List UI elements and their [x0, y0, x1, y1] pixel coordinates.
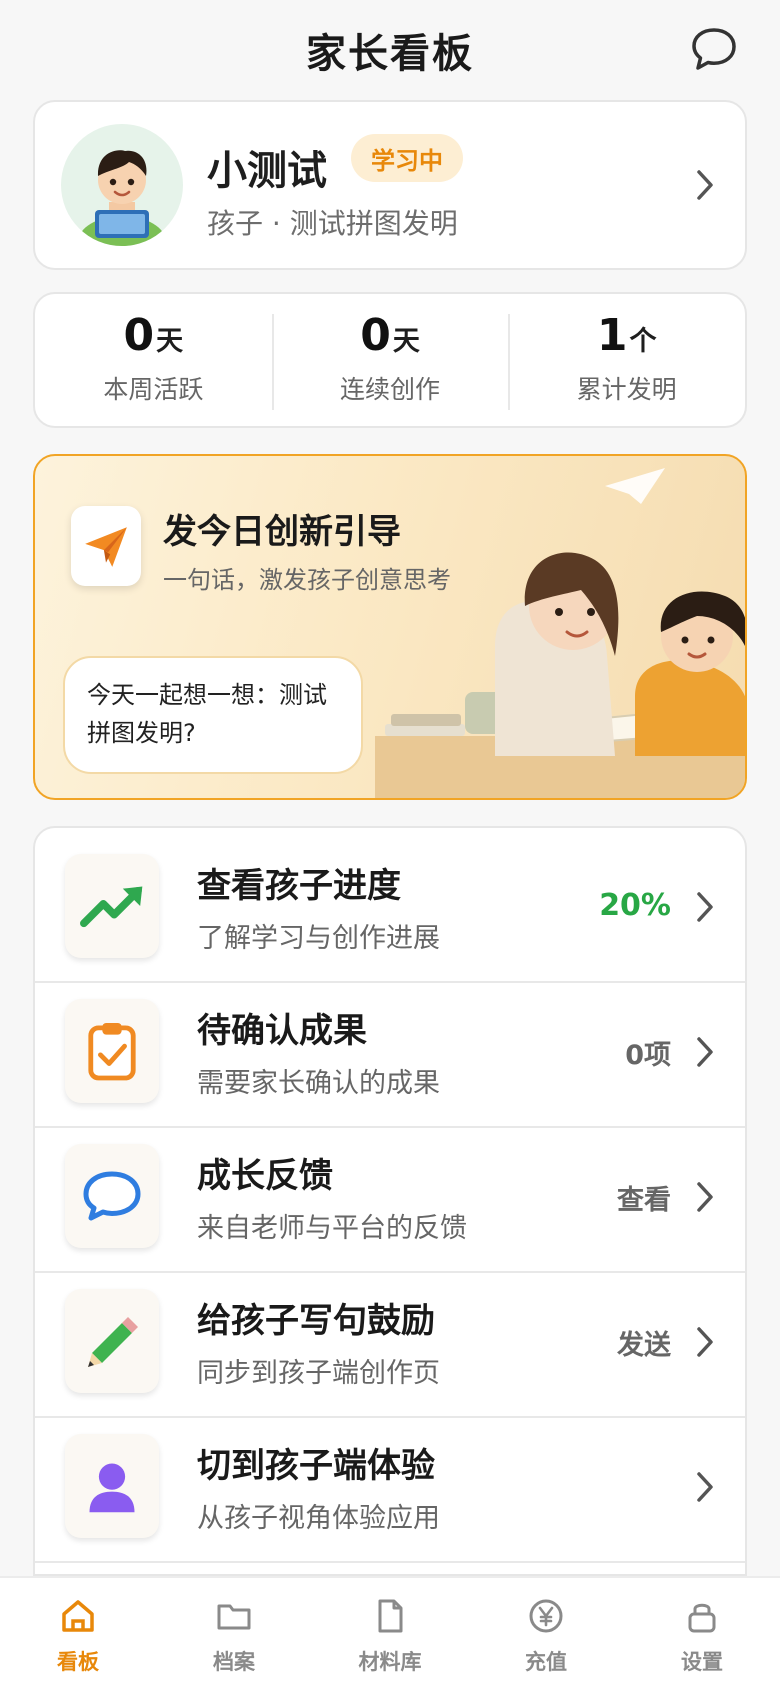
chat-bubble-icon[interactable] [688, 24, 740, 76]
list-item-progress[interactable]: 查看孩子进度 了解学习与创作进展 20% [35, 828, 745, 983]
child-name: 小测试 [207, 148, 327, 194]
tab-archive[interactable]: 档案 [156, 1578, 312, 1688]
list-item-subtitle: 同步到孩子端创作页 [197, 1358, 440, 1389]
pending-count: 0项 [625, 1040, 671, 1071]
tab-label: 看板 [57, 1650, 99, 1674]
child-profile-card[interactable]: 小测试 学习中 孩子 · 测试拼图发明 [33, 100, 747, 270]
tab-recharge[interactable]: 充值 [468, 1578, 624, 1688]
stat-weekly-active: 0天 本周活跃 [35, 294, 272, 426]
child-avatar [61, 124, 183, 246]
list-item-title: 切到孩子端体验 [197, 1446, 435, 1486]
stat-unit: 个 [629, 326, 657, 357]
list-item-title: 给孩子写句鼓励 [197, 1301, 435, 1341]
list-item-growth-feedback[interactable]: 成长反馈 来自老师与平台的反馈 查看 [35, 1118, 745, 1273]
guide-prompt-bubble[interactable]: 今天一起想一想：测试拼图发明? [63, 656, 363, 774]
paper-plane-icon [71, 506, 141, 586]
list-item-subtitle: 了解学习与创作进展 [197, 923, 440, 954]
child-subtitle: 孩子 · 测试拼图发明 [207, 207, 458, 240]
send-action: 发送 [617, 1330, 671, 1361]
stat-label: 累计发明 [576, 375, 677, 404]
header: 家长看板 [0, 0, 780, 100]
tab-settings[interactable]: 设置 [624, 1578, 780, 1688]
pencil-icon [65, 1289, 159, 1393]
tab-dashboard[interactable]: 看板 [0, 1578, 156, 1688]
user-icon [65, 1434, 159, 1538]
speech-bubble-icon [65, 1144, 159, 1248]
stat-label: 连续创作 [340, 375, 441, 404]
list-item-child-mode[interactable]: 切到孩子端体验 从孩子视角体验应用 [35, 1408, 745, 1563]
stat-value: 0 [360, 310, 391, 361]
tab-label: 材料库 [358, 1650, 422, 1674]
trend-up-icon [65, 854, 159, 958]
stat-streak: 0天 连续创作 [271, 294, 509, 426]
parent-child-illustration [375, 468, 745, 798]
home-icon [62, 1600, 94, 1632]
action-list: 查看孩子进度 了解学习与创作进展 20% 待确认成果 需要家长确认的成果 0项 … [33, 826, 747, 1576]
stat-unit: 天 [392, 326, 420, 357]
page-title: 家长看板 [306, 31, 474, 77]
clipboard-check-icon [65, 999, 159, 1103]
list-item-title: 查看孩子进度 [197, 866, 401, 906]
list-item-subtitle: 来自老师与平台的反馈 [197, 1213, 467, 1244]
chevron-right-icon [697, 1327, 713, 1357]
list-item-pending-results[interactable]: 待确认成果 需要家长确认的成果 0项 [35, 973, 745, 1128]
list-item-subtitle: 从孩子视角体验应用 [197, 1503, 440, 1534]
tab-label: 档案 [213, 1650, 255, 1674]
stat-label: 本周活跃 [103, 375, 204, 404]
daily-guide-banner[interactable]: 发今日创新引导 一句话，激发孩子创意思考 今天一起想一想：测试拼图发明? [33, 454, 747, 800]
list-item-title: 待确认成果 [197, 1011, 367, 1051]
tab-materials[interactable]: 材料库 [312, 1578, 468, 1688]
chevron-right-icon [697, 1182, 713, 1212]
document-icon [378, 1599, 403, 1633]
view-action: 查看 [617, 1185, 671, 1216]
list-item-title: 成长反馈 [197, 1156, 333, 1196]
status-badge: 学习中 [351, 134, 463, 182]
stat-value: 1 [596, 310, 628, 361]
lock-icon [688, 1603, 716, 1633]
yen-coin-icon [529, 1599, 563, 1633]
list-item-encourage[interactable]: 给孩子写句鼓励 同步到孩子端创作页 发送 [35, 1263, 745, 1418]
stats-card: 0天 本周活跃 0天 连续创作 1个 累计发明 [33, 292, 747, 428]
list-item-subtitle: 需要家长确认的成果 [197, 1068, 440, 1099]
chevron-right-icon [697, 892, 713, 922]
stat-unit: 天 [156, 326, 184, 357]
bottom-tab-bar: 看板 档案 材料库 充值 设置 [0, 1576, 780, 1688]
stat-total-inventions: 1个 累计发明 [508, 294, 745, 426]
folder-icon [217, 1604, 251, 1630]
chevron-right-icon [697, 170, 713, 200]
chevron-right-icon [697, 1472, 713, 1502]
tab-label: 设置 [681, 1650, 723, 1674]
progress-value: 20% [599, 888, 671, 923]
tab-label: 充值 [525, 1650, 567, 1674]
chevron-right-icon [697, 1037, 713, 1067]
stat-value: 0 [123, 310, 155, 361]
